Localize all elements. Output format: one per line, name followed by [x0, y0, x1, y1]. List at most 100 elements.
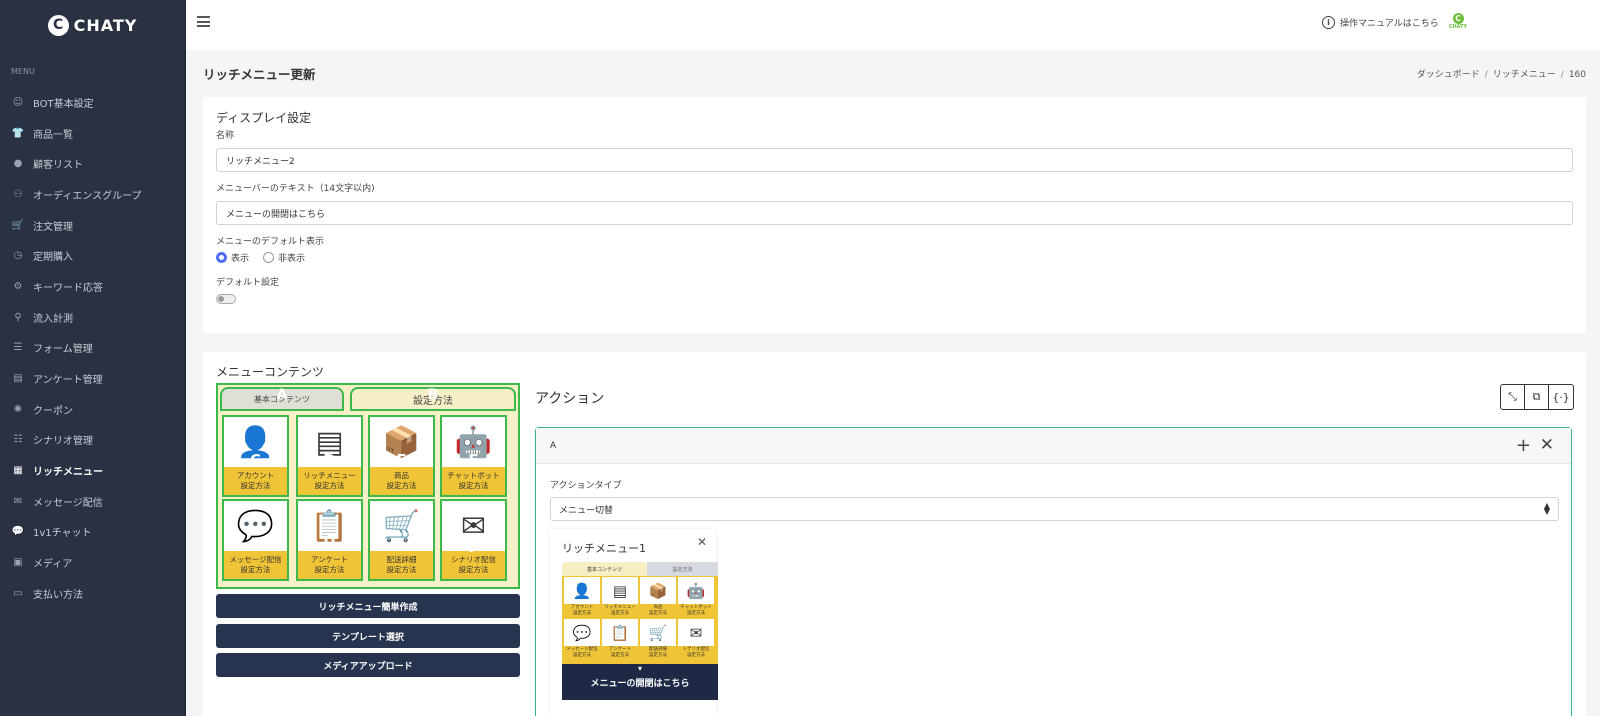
cell-caption-line2: 設定方法 — [458, 481, 489, 490]
breadcrumb-richmenu[interactable]: リッチメニュー — [1493, 70, 1556, 80]
sidebar-item-label: キーワード応答 — [33, 282, 103, 294]
user-icon: ● — [13, 158, 23, 170]
sidebar-item-12[interactable]: ▦ リッチメニュー — [0, 455, 185, 486]
mini-cell: 🛒 配送詳細 設定方法 — [640, 619, 676, 659]
breadcrumb-current: 160 — [1568, 70, 1586, 80]
default-setting-toggle[interactable] — [216, 294, 236, 304]
cell-caption-line1: メッセージ配信 — [229, 555, 282, 564]
media-upload-button[interactable]: メディアアップロード — [216, 653, 520, 677]
sidebar-item-6[interactable]: ⚙ キーワード応答 — [0, 271, 185, 302]
sidebar-item-5[interactable]: ◷ 定期購入 — [0, 240, 185, 271]
area-b-letter: B — [427, 387, 439, 403]
radio-show-label: 表示 — [231, 254, 250, 264]
info-icon: i — [1322, 16, 1335, 29]
mini-cell: 💬 メッセージ配信 設定方法 — [564, 619, 600, 659]
sidebar-logo[interactable]: C CHATY — [0, 0, 185, 50]
breadcrumb: ダッシュボード / リッチメニュー/160 — [1416, 70, 1586, 80]
area-letter: I — [398, 535, 405, 553]
sidebar-item-15[interactable]: ▣ メディア — [0, 547, 185, 578]
sidebar-item-4[interactable]: 🛒 注文管理 — [0, 210, 185, 241]
mini-cell-caption: アンケート 設定方法 — [602, 646, 638, 659]
coupon-icon: ✺ — [13, 403, 23, 415]
mini-cell-caption: メッセージ配信 設定方法 — [564, 646, 600, 659]
envelope-icon: ✉ J — [442, 501, 505, 554]
cell-caption-line1: 配送詳細 — [386, 555, 417, 564]
message-icon: ✉ — [13, 495, 23, 507]
mini-cell-caption: リッチメニュー 設定方法 — [602, 604, 638, 617]
cell-caption-line1: シナリオ配信 — [451, 555, 496, 564]
template-select-button[interactable]: テンプレート選択 — [216, 624, 520, 648]
breadcrumb-dashboard[interactable]: ダッシュボード — [1417, 70, 1480, 80]
sidebar-item-label: 商品一覧 — [33, 129, 73, 141]
sidebar-item-13[interactable]: ✉ メッセージ配信 — [0, 486, 185, 517]
area-i-cell[interactable]: 🛒 I 配送詳細 設定方法 — [368, 499, 435, 581]
mini-tab-left: 基本コンテンツ — [562, 562, 647, 576]
action-toolbar: ⤡ ⧉ {·} — [1500, 384, 1574, 410]
clock-icon: ◷ — [13, 250, 23, 262]
hamburger-menu-icon[interactable] — [197, 16, 210, 27]
cell-caption-line2: 設定方法 — [240, 565, 271, 574]
area-b-tab[interactable]: 設定方法 B — [350, 387, 516, 411]
linked-rich-menu-thumbnail[interactable]: 基本コンテンツ 設定方法 👤 アカウント 設定方法 ▤ リッチメニュー 設定方法 📦 商品… — [562, 562, 718, 700]
name-input[interactable]: リッチメニュー2 — [216, 148, 1573, 172]
area-letter: C — [249, 451, 261, 469]
area-g-cell[interactable]: 💬 G メッセージ配信 設定方法 — [222, 499, 289, 581]
mini-menu-footer: メニューの開閉はこちら — [562, 664, 718, 700]
sidebar-item-3[interactable]: ⚇ オーディエンスグループ — [0, 179, 185, 210]
sidebar-item-7[interactable]: ⚲ 流入計測 — [0, 302, 185, 333]
area-a-tab[interactable]: 基本コンテンツ A — [220, 387, 344, 411]
plus-icon[interactable]: + — [1516, 435, 1531, 456]
cell-caption-line2: 設定方法 — [386, 565, 417, 574]
area-e-cell[interactable]: 📦 E 商品 設定方法 — [368, 415, 435, 497]
menu-heading: MENU — [11, 67, 35, 76]
json-code-icon[interactable]: {·} — [1549, 385, 1573, 409]
area-h-cell[interactable]: 📋 H アンケート 設定方法 — [296, 499, 363, 581]
account-icon: 👤 C — [224, 417, 287, 470]
sidebar-item-11[interactable]: ☷ シナリオ管理 — [0, 425, 185, 456]
sidebar-item-10[interactable]: ✺ クーポン — [0, 394, 185, 425]
area-c-cell[interactable]: 👤 C アカウント 設定方法 — [222, 415, 289, 497]
area-f-cell[interactable]: 🤖 F チャットボット 設定方法 — [440, 415, 507, 497]
sidebar-item-label: シナリオ管理 — [33, 436, 93, 448]
easy-create-button[interactable]: リッチメニュー簡単作成 — [216, 594, 520, 618]
sidebar-item-label: 定期購入 — [33, 252, 73, 264]
page-title: リッチメニュー更新 — [203, 67, 316, 82]
menubar-text-label: メニューバーのテキスト（14文字以内) — [216, 184, 375, 194]
chat-icon: 💬 — [11, 526, 25, 538]
manual-link[interactable]: i 操作マニュアルはこちら — [1322, 16, 1439, 29]
cell-caption: アカウント 設定方法 — [224, 467, 287, 495]
action-type-select[interactable]: メニュー切替 ▲ ▼ — [550, 497, 1559, 521]
sidebar-item-16[interactable]: ▭ 支払い方法 — [0, 578, 185, 609]
copy-icon[interactable]: ⧉ — [1525, 385, 1549, 409]
remove-linked-menu-close-icon[interactable]: ✕ — [697, 535, 707, 549]
user-avatar[interactable]: C CHATY — [1448, 13, 1468, 30]
radio-show[interactable] — [216, 252, 227, 263]
sidebar-item-14[interactable]: 💬 1v1チャット — [0, 517, 185, 548]
area-j-cell[interactable]: ✉ J シナリオ配信 設定方法 — [440, 499, 507, 581]
sidebar-item-8[interactable]: ☰ フォーム管理 — [0, 333, 185, 364]
area-d-cell[interactable]: ▤ D リッチメニュー 設定方法 — [296, 415, 363, 497]
sidebar-item-0[interactable]: ☺ BOT基本設定 — [0, 87, 185, 118]
menu-contents-title: メニューコンテンツ — [216, 365, 325, 379]
action-panel: A + ✕ アクションタイプ メニュー切替 ▲ ▼ リッチメニュー1 ✕ 基本コン… — [535, 427, 1572, 716]
select-arrows-icon: ▲ ▼ — [1543, 501, 1550, 516]
shirt-icon: 👕 — [11, 127, 25, 139]
document-icon: ▤ — [13, 373, 23, 385]
area-a-letter: A — [276, 387, 288, 403]
sidebar-item-9[interactable]: ▤ アンケート管理 — [0, 363, 185, 394]
mini-cell-caption: 配送詳細 設定方法 — [640, 646, 676, 659]
richmenu-icon: ▤ D — [298, 417, 361, 470]
sidebar-item-label: フォーム管理 — [33, 344, 93, 356]
close-icon[interactable]: ✕ — [1540, 435, 1554, 455]
mini-cell: 📋 アンケート 設定方法 — [602, 619, 638, 659]
avatar-logo-text: CHATY — [1448, 24, 1468, 30]
mini-cell-icon: 💬 — [572, 623, 592, 642]
collapse-icon[interactable]: ⤡ — [1501, 385, 1525, 409]
action-panel-header: A + ✕ — [536, 428, 1571, 464]
sidebar-item-2[interactable]: ● 顧客リスト — [0, 148, 185, 179]
sidebar-item-1[interactable]: 👕 商品一覧 — [0, 118, 185, 149]
radio-hide[interactable] — [263, 252, 275, 263]
linked-rich-menu-card: リッチメニュー1 ✕ 基本コンテンツ 設定方法 👤 アカウント 設定方法 ▤ リッチメ… — [550, 529, 718, 716]
menubar-text-input[interactable]: メニューの開閉はこちら — [216, 201, 1573, 225]
default-setting-label: デフォルト設定 — [216, 278, 280, 288]
